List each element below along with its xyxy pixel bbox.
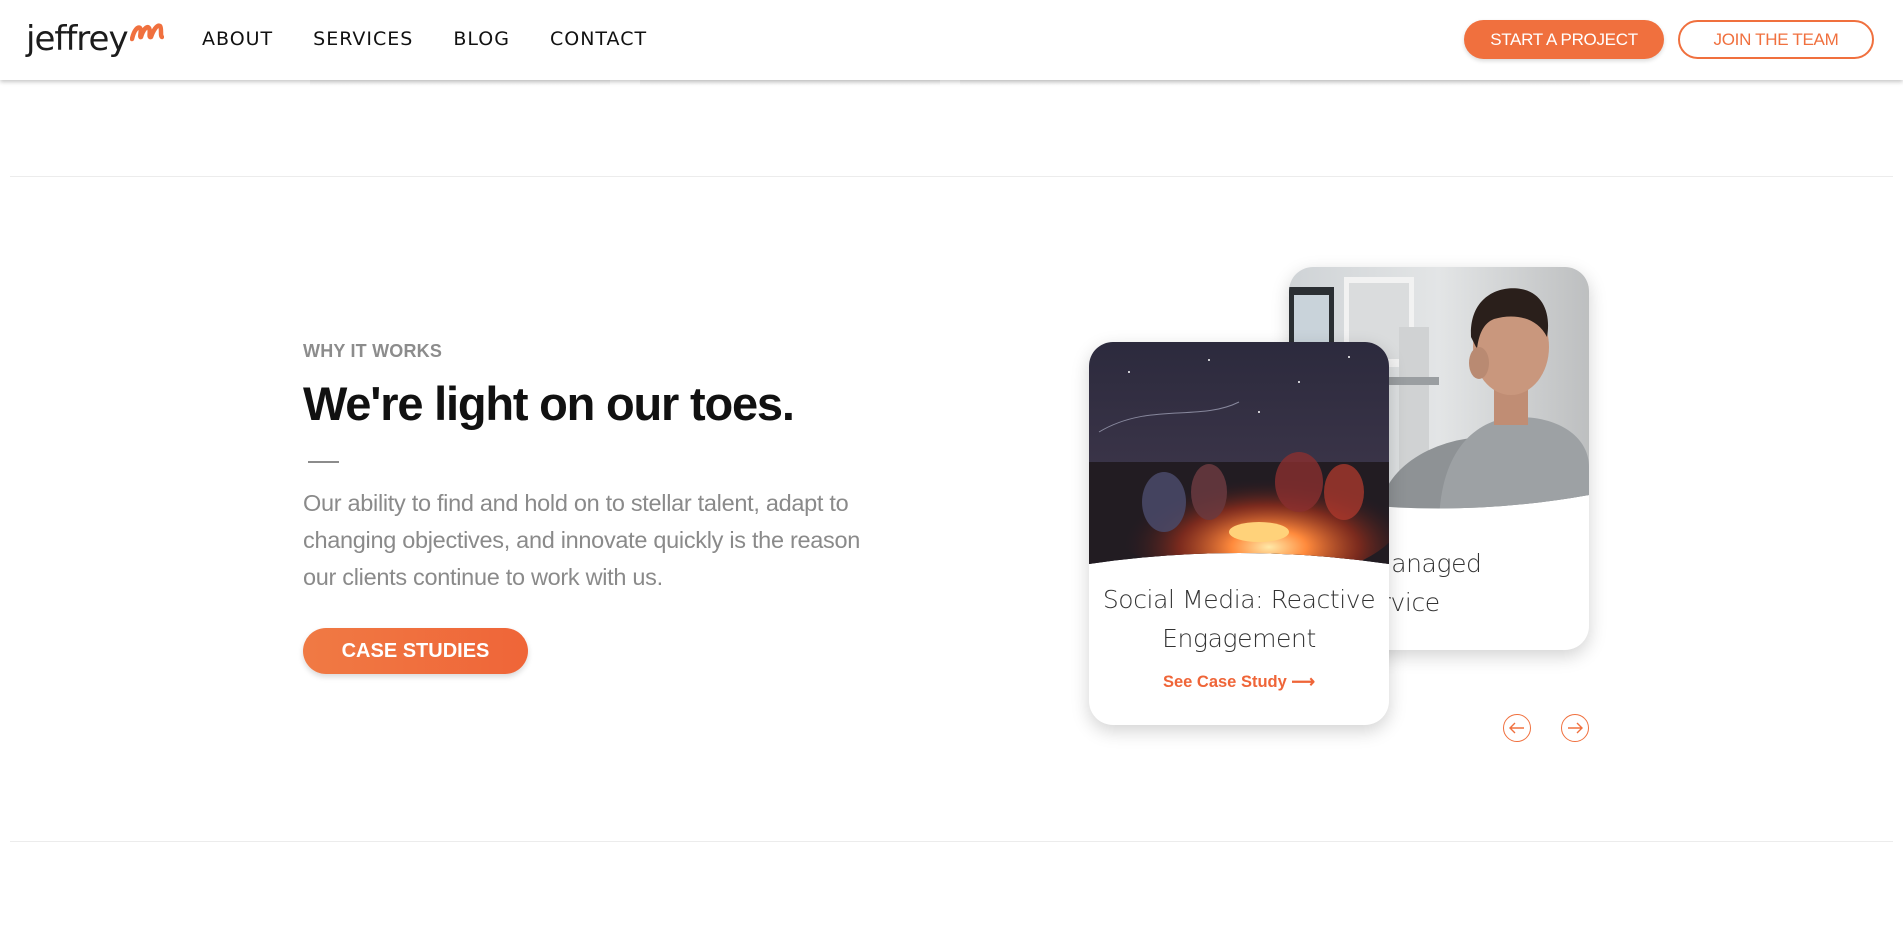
decorative-shadow [310,80,610,86]
join-team-button[interactable]: JOIN THE TEAM [1678,20,1874,59]
case-study-card-social-media[interactable]: Social Media: Reactive Engagement See Ca… [1089,342,1389,725]
section-body: Our ability to find and hold on to stell… [303,490,861,590]
start-project-button[interactable]: START A PROJECT [1464,20,1664,59]
nav-item-contact[interactable]: CONTACT [550,28,647,50]
nav-item-blog[interactable]: BLOG [453,28,510,50]
section-headline: We're light on our toes. [303,377,795,430]
decorative-shadow [1290,80,1590,86]
case-studies-button[interactable]: CASE STUDIES [303,628,528,674]
section-divider-bottom [10,841,1893,842]
section-divider-top [10,176,1893,177]
decorative-shadow [640,80,940,86]
logo-wordmark: jeffrey [26,19,129,59]
card-title-line: Social Media: Reactive [1102,585,1376,614]
site-header: jeffrey ABOUT SERVICES BLOG CONTACT STAR… [0,0,1903,80]
see-case-study-label: See Case Study [1162,673,1287,691]
section-eyebrow: WHY IT WORKS [303,341,443,361]
nav-item-services[interactable]: SERVICES [313,28,413,50]
arrow-left-icon [1509,722,1524,734]
campfire-photo [1089,342,1389,564]
headline-underline [308,461,339,463]
main-nav: ABOUT SERVICES BLOG CONTACT [202,28,687,50]
logo[interactable]: jeffrey [26,12,164,56]
carousel-prev-button[interactable] [1503,714,1531,742]
carousel-next-button[interactable] [1561,714,1589,742]
see-case-study-link[interactable]: See Case Study ⟶ [1089,672,1389,692]
card-title-line: Engagement [1162,624,1316,653]
arrow-right-icon: ⟶ [1291,673,1316,691]
arrow-right-icon [1568,722,1583,734]
card-title: Social Media: Reactive Engagement [1089,580,1389,658]
logo-mark-icon [129,23,164,42]
nav-item-about[interactable]: ABOUT [202,28,273,50]
decorative-shadow [960,80,1260,86]
